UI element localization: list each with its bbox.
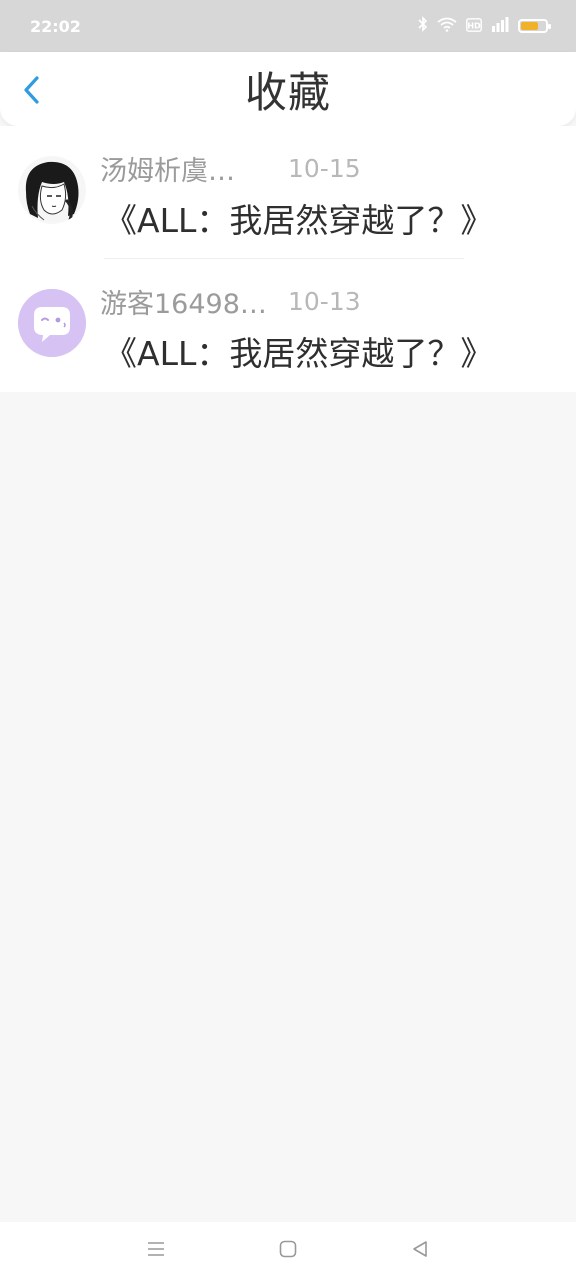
username: 汤姆析虞…: [100, 155, 235, 187]
status-time: 22:02: [30, 16, 81, 36]
bluetooth-icon: [418, 16, 428, 36]
book-title[interactable]: 《ALL：我居然穿越了？》: [104, 194, 493, 242]
favorites-list: 汤姆析虞… 10-15 《ALL：我居然穿越了？》 游客16498… 10-13…: [0, 126, 576, 392]
status-icons: HD: [418, 16, 551, 36]
wifi-icon: [437, 17, 457, 36]
svg-text:HD: HD: [467, 21, 481, 30]
hd-icon: HD: [466, 17, 482, 36]
meta-row: 汤姆析虞… 10-15: [100, 150, 361, 187]
battery-icon: [518, 19, 551, 33]
status-bar: 22:02 HD: [0, 0, 576, 52]
home-button[interactable]: [277, 1240, 299, 1262]
menu-icon: [147, 1241, 165, 1261]
menu-button[interactable]: [145, 1240, 167, 1262]
back-nav-button[interactable]: [409, 1240, 431, 1262]
meta-row: 游客16498… 10-13: [100, 283, 361, 320]
back-triangle-icon: [411, 1240, 429, 1262]
chevron-left-icon: [22, 75, 40, 109]
date: 10-15: [288, 153, 361, 183]
avatar[interactable]: [18, 156, 86, 224]
home-icon: [279, 1240, 297, 1262]
signal-4g-icon: [491, 16, 509, 36]
page-title: 收藏: [244, 67, 331, 117]
list-item[interactable]: 汤姆析虞… 10-15 《ALL：我居然穿越了？》: [0, 126, 576, 259]
username: 游客16498…: [100, 288, 267, 320]
battery-fill: [521, 22, 538, 30]
avatar[interactable]: [18, 289, 86, 357]
date: 10-13: [288, 286, 361, 316]
header: 收藏: [0, 52, 576, 126]
list-item[interactable]: 游客16498… 10-13 《ALL：我居然穿越了？》: [0, 259, 576, 392]
back-button[interactable]: [14, 72, 48, 112]
system-nav-bar: [0, 1222, 576, 1280]
book-title[interactable]: 《ALL：我居然穿越了？》: [104, 327, 493, 375]
